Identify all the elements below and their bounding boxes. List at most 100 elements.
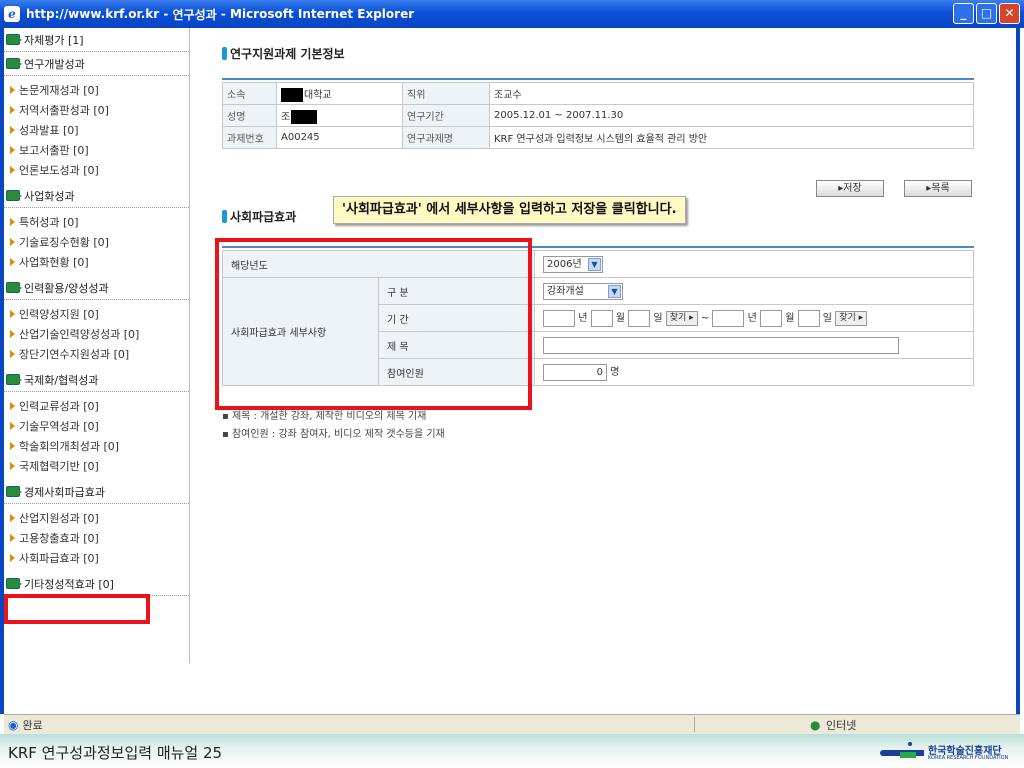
info-header-cell: 연구과제명 <box>402 126 490 149</box>
start-day-input[interactable] <box>628 309 651 327</box>
title-separator-2: - <box>216 7 231 21</box>
sidebar-item[interactable]: 국제협력기반 [0] <box>4 456 189 476</box>
folder-icon <box>6 486 22 497</box>
title-bar: e http://www.krf.or.kr - 연구성과 - Microsof… <box>0 0 1024 28</box>
sidebar-item[interactable]: 기술료징수현황 [0] <box>4 232 189 252</box>
close-button[interactable]: ✕ <box>999 3 1020 24</box>
year-select[interactable]: 2006년 ▼ <box>543 255 603 273</box>
unit-day: 일 <box>653 313 663 325</box>
sidebar-item[interactable]: 기술무역성과 [0] <box>4 416 189 436</box>
save-button[interactable]: ▸저장 <box>816 180 884 197</box>
sidebar-item[interactable]: 학술회의개최성과 [0] <box>4 436 189 456</box>
sidebar-item-label: 사업화현황 [0] <box>19 256 89 269</box>
sidebar-item[interactable]: 사업화현황 [0] <box>4 252 189 272</box>
info-cell-text: A00245 <box>281 132 320 143</box>
end-day-input[interactable] <box>797 309 820 327</box>
sidebar-item[interactable]: 언론보도성과 [0] <box>4 160 189 180</box>
sidebar-item-label: 기술료징수현황 [0] <box>19 236 109 249</box>
basic-info-title: 연구지원과제 기본정보 <box>230 47 345 61</box>
sidebar-item[interactable]: 성과발표 [0] <box>4 120 189 140</box>
sidebar-item[interactable]: 산업기술인력양성성과 [0] <box>4 324 189 344</box>
window-url: http://www.krf.or.kr <box>26 7 160 21</box>
sidebar-item-label: 산업기술인력양성성과 [0] <box>19 328 140 341</box>
status-text: 완료 <box>22 718 43 732</box>
info-cell-text: 직위 <box>407 90 426 101</box>
basic-info-heading: 연구지원과제 기본정보 <box>222 45 345 62</box>
unit-person: 명 <box>610 367 620 379</box>
info-cell-text: 2005.12.01 ~ 2007.11.30 <box>494 110 624 121</box>
start-month-input[interactable] <box>590 309 613 327</box>
sidebar-group[interactable]: 연구개발성과 <box>4 52 189 76</box>
zone-text: 인터넷 <box>826 718 857 732</box>
sidebar-group[interactable]: 기타정성적효과 [0] <box>4 572 189 596</box>
info-value-cell: 2005.12.01 ~ 2007.11.30 <box>489 104 974 127</box>
unit-year: 년 <box>747 313 757 325</box>
social-effect-heading: 사회파급효과 <box>222 208 296 225</box>
sidebar-item[interactable]: 논문게재성과 [0] <box>4 80 189 100</box>
sidebar-group[interactable]: 자체평가 [1] <box>4 28 189 52</box>
sidebar-item[interactable]: 장단기연수지원성과 [0] <box>4 344 189 364</box>
folder-icon <box>6 578 22 589</box>
note-subject: ▪ 제목 : 개설한 강좌, 제작한 비디오의 제목 기재 <box>222 411 427 422</box>
end-month-input[interactable] <box>760 309 783 327</box>
info-cell-text: 연구과제명 <box>407 134 453 145</box>
sidebar-item[interactable]: 보고서출판 [0] <box>4 140 189 160</box>
arrow-bullet-icon <box>10 310 15 318</box>
page-done-icon: ◉ <box>8 717 19 732</box>
info-cell-text: 연구기간 <box>407 112 444 123</box>
info-value-cell: 조교수 <box>489 82 974 105</box>
title-separator: - <box>159 7 173 21</box>
arrow-bullet-icon <box>10 330 15 338</box>
arrow-bullet-icon <box>10 350 15 358</box>
form-highlight-box <box>215 238 532 410</box>
sidebar-item[interactable]: 인력양성지원 [0] <box>4 304 189 324</box>
sidebar-item-label: 성과발표 [0] <box>19 124 79 137</box>
sidebar-item[interactable]: 인력교류성과 [0] <box>4 396 189 416</box>
sidebar-item-label: 논문게재성과 [0] <box>19 84 99 97</box>
sidebar-item[interactable]: 사회파급효과 [0] <box>4 548 189 568</box>
arrow-bullet-icon <box>10 238 15 246</box>
folder-icon <box>6 190 22 201</box>
info-header-cell: 소속 <box>222 82 277 105</box>
start-date-find-button[interactable]: 찾기 ▸ <box>665 310 698 326</box>
maximize-button[interactable]: □ <box>976 3 997 24</box>
list-button[interactable]: ▸목록 <box>904 180 972 197</box>
subject-input[interactable] <box>543 336 899 354</box>
sidebar-group[interactable]: 국제화/협력성과 <box>4 368 189 392</box>
manual-title: KRF 연구성과정보입력 매뉴얼 25 <box>8 744 223 762</box>
info-cell-text: 조 <box>281 111 291 123</box>
sidebar-item[interactable]: 고용창출효과 [0] <box>4 528 189 548</box>
sidebar-highlight-box <box>4 594 150 624</box>
sidebar-item-label: 기술무역성과 [0] <box>19 420 99 433</box>
arrow-bullet-icon <box>10 146 15 154</box>
arrow-bullet-icon <box>10 218 15 226</box>
page-content: 자체평가 [1] 연구개발성과논문게재성과 [0] 저역서출판성과 [0] 성과발표 … <box>0 28 1020 714</box>
start-year-input[interactable] <box>543 309 575 327</box>
minimize-button[interactable]: _ <box>953 3 974 24</box>
sidebar-item[interactable]: 산업지원성과 [0] <box>4 508 189 528</box>
sidebar-group-label: 국제화/협력성과 <box>24 373 99 387</box>
sidebar-group[interactable]: 사업화성과 <box>4 184 189 208</box>
folder-icon <box>6 58 22 69</box>
end-date-find-button[interactable]: 찾기 ▸ <box>835 310 868 326</box>
sidebar-item[interactable]: 특허성과 [0] <box>4 212 189 232</box>
info-header-cell: 과제번호 <box>222 126 277 149</box>
sidebar-group[interactable]: 인력활용/양성성과 <box>4 276 189 300</box>
sidebar-item-label: 학술회의개최성과 [0] <box>19 440 120 453</box>
unit-month: 월 <box>615 313 625 325</box>
type-select[interactable]: 강좌개설 ▼ <box>543 282 623 300</box>
info-cell-text: KRF 연구성과 입력정보 시스템의 효율적 관리 방안 <box>494 134 708 145</box>
info-row: 소속 대학교 직위 조교수 <box>222 82 974 105</box>
main-panel: 연구지원과제 기본정보 소속 대학교 직위 조교수 성명 조 연구기간 2005.12.01 … <box>202 28 982 668</box>
sidebar-group[interactable]: 경제사회파급효과 <box>4 480 189 504</box>
krf-logo-icon <box>880 742 924 760</box>
info-value-cell: 조 <box>276 104 403 127</box>
info-header-cell: 성명 <box>222 104 277 127</box>
sidebar-item[interactable]: 저역서출판성과 [0] <box>4 100 189 120</box>
arrow-bullet-icon <box>10 462 15 470</box>
arrow-bullet-icon <box>10 126 15 134</box>
org-name-en: KOREA RESEARCH FOUNDATION <box>928 755 1009 761</box>
participants-input[interactable]: 0 <box>543 363 607 381</box>
end-year-input[interactable] <box>712 309 745 327</box>
folder-icon <box>6 282 22 293</box>
